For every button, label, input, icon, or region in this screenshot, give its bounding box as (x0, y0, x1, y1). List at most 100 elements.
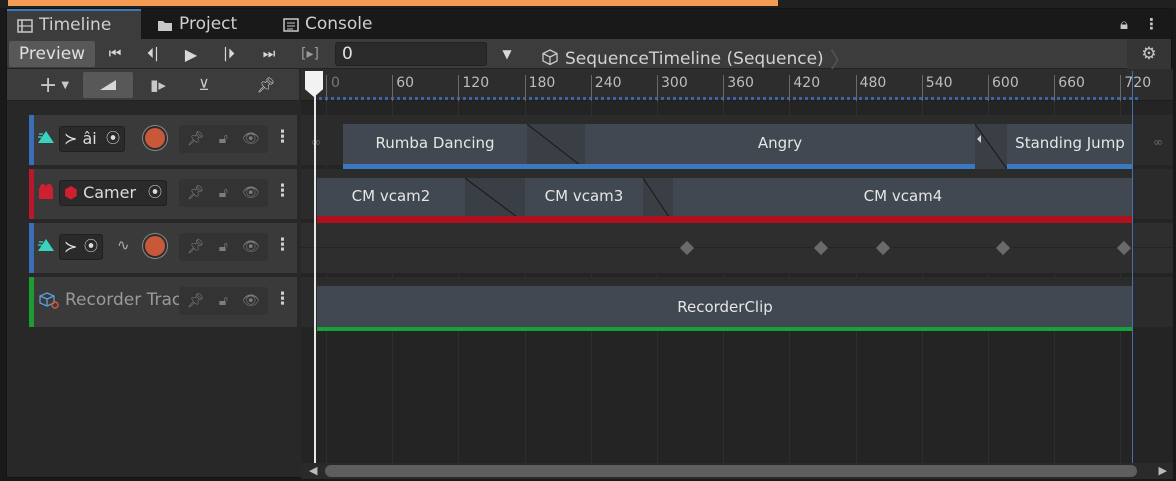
track-area[interactable]: ∞ Rumba Dancing Angry Standing Jump ∞ CM… (301, 101, 1173, 463)
settings-gear-icon[interactable]: ⚙ (1127, 39, 1171, 69)
keyframe[interactable] (995, 240, 1011, 256)
pin-icon[interactable]: 📌︎ (251, 72, 281, 98)
pin-icon[interactable]: 📌︎ (187, 293, 205, 309)
ripple-mode-icon[interactable]: ▮▸ (141, 72, 175, 98)
ruler-label: 660 (1058, 75, 1085, 91)
clip-angry[interactable]: Angry (585, 124, 975, 169)
clip-recorder[interactable]: RecorderClip (317, 286, 1133, 331)
time-ruler[interactable]: 0 60 120 180 240 300 360 420 480 540 600 660 720 (301, 69, 1173, 101)
track-binding-field[interactable]: ≻ âi ⦿ (59, 126, 125, 152)
replace-mode-icon[interactable]: ⊻ (187, 72, 221, 98)
scroll-right-icon[interactable]: ▶ (1159, 464, 1167, 477)
frame-field[interactable]: 0 (335, 42, 487, 66)
tab-console[interactable]: Console (273, 9, 393, 39)
track-header-recorder[interactable]: Recorder Track 📌︎ 🔓︎ 👁︎ ⋮ (29, 277, 297, 327)
track-menu-icon[interactable]: ⋮ (274, 235, 291, 255)
track-name: Recorder Track (65, 290, 192, 310)
add-track-button[interactable]: + ▼ (31, 72, 77, 98)
goto-end-icon[interactable]: ⏭ (255, 41, 283, 67)
ruler-label: 0 (331, 75, 340, 91)
play-range-icon[interactable]: [▸] (295, 41, 325, 67)
ruler-tick (590, 75, 592, 101)
target-icon[interactable]: ⦿ (84, 235, 98, 259)
eye-icon[interactable]: 👁︎ (242, 131, 260, 147)
record-button[interactable] (145, 236, 165, 256)
ruler-tick (458, 75, 460, 101)
track-menu-icon[interactable]: ⋮ (274, 289, 291, 309)
ruler-label: 60 (396, 75, 415, 91)
target-icon[interactable]: ⦿ (106, 127, 120, 151)
track-toggles: 📌︎ 🔓︎ 👁︎ (179, 179, 268, 207)
track-header-animation[interactable]: ≻ âi ⦿ 📌︎ 🔓︎ 👁︎ ⋮ (29, 115, 297, 165)
eye-icon[interactable]: 👁︎ (242, 185, 260, 201)
clip-label: CM vcam4 (863, 187, 943, 205)
ruler-tick (723, 75, 725, 101)
pin-icon[interactable]: 📌︎ (187, 239, 205, 255)
blend-region (465, 178, 525, 223)
ruler-tick (921, 75, 923, 101)
tab-timeline[interactable]: Timeline (7, 9, 141, 39)
ruler-tick (326, 75, 327, 101)
clip-cm-vcam2[interactable]: CM vcam2 (317, 178, 465, 223)
edit-mode-icon[interactable] (83, 72, 133, 98)
infinite-clip-icon: ∞ (311, 135, 321, 149)
pin-icon[interactable]: 📌︎ (187, 185, 205, 201)
target-icon[interactable]: ⦿ (148, 181, 162, 205)
track-binding-field[interactable]: ≻ ⦿ (59, 234, 103, 260)
goto-start-icon[interactable]: ⏮ (101, 41, 129, 67)
preview-button[interactable]: Preview (9, 41, 95, 67)
keyframe[interactable] (1116, 240, 1132, 256)
clip-rumba-dancing[interactable]: Rumba Dancing (343, 124, 527, 169)
track-binding-field[interactable]: ⬢ Camer ⦿ (59, 180, 167, 206)
pin-icon[interactable]: 📌︎ (187, 131, 205, 147)
lock-icon[interactable]: 🔓︎ (219, 131, 228, 147)
keyframe[interactable] (813, 240, 829, 256)
clip-underline (317, 216, 465, 223)
chevron-down-icon[interactable]: ▼ (497, 41, 517, 67)
lock-icon[interactable]: 🔓︎ (219, 239, 228, 255)
scrollbar-thumb[interactable] (325, 465, 1137, 477)
curves-icon[interactable]: ∿ (117, 236, 130, 254)
ruler-label: 600 (992, 75, 1019, 91)
tab-project[interactable]: Project (147, 9, 257, 39)
eye-icon[interactable]: 👁︎ (242, 293, 260, 309)
ruler-label: 240 (594, 75, 622, 91)
next-frame-icon[interactable]: |⏵ (215, 41, 243, 67)
ruler-tick (657, 75, 658, 101)
track-toggles: 📌︎ 🔓︎ 👁︎ (179, 125, 268, 153)
ruler-tick (789, 75, 791, 101)
clip-label: RecorderClip (677, 298, 773, 316)
scroll-left-icon[interactable]: ◀ (309, 464, 317, 477)
track-menu-icon[interactable]: ⋮ (274, 181, 291, 201)
top-strip (0, 0, 1176, 8)
keyframe[interactable] (875, 240, 891, 256)
play-icon[interactable]: ▶ (177, 41, 205, 67)
lock-icon[interactable]: 🔓︎ (219, 185, 228, 201)
track-menu-icon[interactable]: ⋮ (274, 127, 291, 147)
clip-cm-vcam3[interactable]: CM vcam3 (525, 178, 643, 223)
track-toggles: 📌︎ 🔓︎ 👁︎ (179, 233, 268, 261)
keyframe[interactable] (679, 240, 695, 256)
ruler-label: 120 (462, 75, 490, 91)
record-button[interactable] (145, 128, 165, 148)
clip-cm-vcam4[interactable]: CM vcam4 (673, 178, 1133, 223)
blend-region (975, 124, 1007, 169)
track-header-cinemachine[interactable]: ⬢ Camer ⦿ 📌︎ 🔓︎ 👁︎ ⋮ (29, 169, 297, 219)
ruler-label: 360 (727, 75, 754, 91)
clip-standing-jump[interactable]: Standing Jump (1007, 124, 1133, 169)
eye-icon[interactable]: 👁︎ (242, 239, 260, 255)
lock-icon[interactable]: 🔒︎ (1120, 15, 1128, 33)
ruler-strip (319, 97, 1139, 100)
track-toolbar: + ▼ ▮▸ ⊻ 📌︎ (7, 69, 299, 101)
tab-label: Console (305, 14, 373, 34)
horizontal-scrollbar[interactable]: ◀ ▶ (301, 463, 1173, 479)
tab-bar: Timeline Project Console 🔒︎ ⋮ (7, 9, 1171, 39)
track-toggles: 📌︎ 🔓︎ 👁︎ (179, 287, 268, 315)
more-menu-icon[interactable]: ⋮ (1144, 15, 1159, 33)
track-color-bar (29, 223, 34, 273)
ruler-tick (1054, 75, 1056, 101)
ruler-label: 420 (793, 75, 821, 91)
lock-icon[interactable]: 🔓︎ (219, 293, 228, 309)
track-header-recorded-animation[interactable]: ≻ ⦿ ∿ 📌︎ 🔓︎ 👁︎ ⋮ (29, 223, 297, 273)
prev-frame-icon[interactable]: ⏴| (139, 41, 167, 67)
